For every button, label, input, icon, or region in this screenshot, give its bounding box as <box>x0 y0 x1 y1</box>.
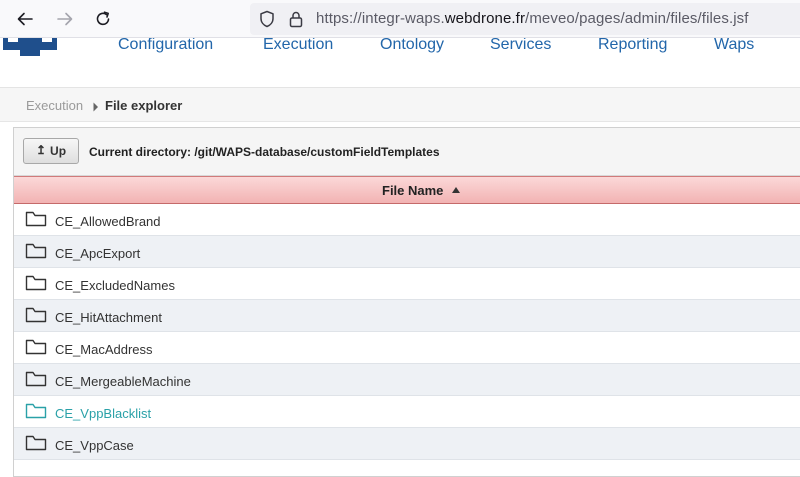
address-bar[interactable]: https://integr-waps.webdrone.fr/meveo/pa… <box>250 3 800 35</box>
url-text[interactable]: https://integr-waps.webdrone.fr/meveo/pa… <box>316 10 749 27</box>
nav-configuration[interactable]: Configuration <box>118 38 213 54</box>
nav-services[interactable]: Services <box>490 38 551 54</box>
table-row[interactable]: CE_VppCase <box>14 428 800 460</box>
file-name[interactable]: CE_AllowedBrand <box>55 214 161 229</box>
nav-execution[interactable]: Execution <box>263 38 333 54</box>
table-row[interactable]: CE_ExcludedNames <box>14 268 800 300</box>
file-explorer-panel: ↥ Up Current directory: /git/WAPS-databa… <box>13 127 800 477</box>
breadcrumb-file-explorer: File explorer <box>105 98 183 113</box>
reload-icon[interactable] <box>92 8 114 30</box>
folder-icon <box>25 306 47 329</box>
table-row[interactable]: CE_AllowedBrand <box>14 204 800 236</box>
nav-ontology[interactable]: Ontology <box>380 38 444 54</box>
url-path: /meveo/pages/admin/files/files.jsf <box>525 10 749 27</box>
table-row[interactable]: CE_MacAddress <box>14 332 800 364</box>
up-button[interactable]: ↥ Up <box>23 138 79 164</box>
file-name[interactable]: CE_ExcludedNames <box>55 278 175 293</box>
shield-icon[interactable] <box>259 10 275 33</box>
file-name[interactable]: CE_MacAddress <box>55 342 153 357</box>
back-icon[interactable] <box>14 8 36 30</box>
current-directory: Current directory: /git/WAPS-database/cu… <box>89 145 440 159</box>
up-arrow-icon: ↥ <box>35 143 47 157</box>
breadcrumb: Execution File explorer <box>0 88 800 122</box>
file-name[interactable]: CE_ApcExport <box>55 246 140 261</box>
table-row[interactable]: CE_ApcExport <box>14 236 800 268</box>
column-header-file-name[interactable]: File Name <box>14 176 800 204</box>
folder-icon <box>25 370 47 393</box>
nav-reporting[interactable]: Reporting <box>598 38 667 54</box>
browser-toolbar: https://integr-waps.webdrone.fr/meveo/pa… <box>0 0 800 38</box>
table-row[interactable]: CE_MergeableMachine <box>14 364 800 396</box>
file-name[interactable]: CE_VppCase <box>55 438 134 453</box>
breadcrumb-separator-icon <box>93 99 99 117</box>
folder-icon <box>25 434 47 457</box>
app-logo[interactable] <box>0 38 60 58</box>
folder-icon <box>25 242 47 265</box>
file-name[interactable]: CE_HitAttachment <box>55 310 162 325</box>
main-navigation: Configuration Execution Ontology Service… <box>0 38 800 88</box>
file-list: CE_AllowedBrand CE_ApcExport CE_ExcludedNa… <box>14 204 800 460</box>
column-title: File Name <box>382 183 444 198</box>
nav-waps[interactable]: Waps <box>714 38 754 54</box>
folder-icon <box>25 274 47 297</box>
up-button-label: Up <box>50 144 67 158</box>
folder-icon <box>25 338 47 361</box>
file-name[interactable]: CE_MergeableMachine <box>55 374 191 389</box>
breadcrumb-execution[interactable]: Execution <box>26 98 83 113</box>
table-row[interactable]: CE_HitAttachment <box>14 300 800 332</box>
folder-icon <box>25 402 47 425</box>
sort-ascending-icon <box>452 187 460 193</box>
file-toolbar: ↥ Up Current directory: /git/WAPS-databa… <box>14 128 800 176</box>
file-name[interactable]: CE_VppBlacklist <box>55 406 151 421</box>
url-domain: webdrone.fr <box>444 10 526 27</box>
folder-icon <box>25 210 47 233</box>
table-row[interactable]: CE_VppBlacklist <box>14 396 800 428</box>
forward-icon[interactable] <box>54 8 76 30</box>
lock-icon[interactable] <box>288 10 304 33</box>
url-prefix: https://integr-waps. <box>316 10 445 27</box>
